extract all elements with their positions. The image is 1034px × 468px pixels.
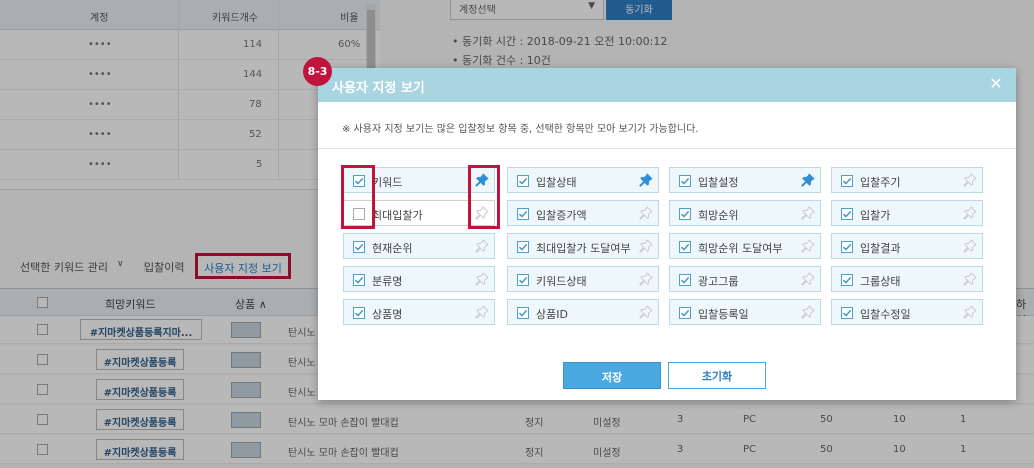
column-option[interactable]: 입찰수정일 [831, 299, 983, 325]
pin-icon[interactable] [639, 206, 653, 220]
user-view-dialog: 사용자 지정 보기 ✕ ※ 사용자 지정 보기는 많은 입찰정보 항목 중, 선… [318, 68, 1016, 400]
option-label: 입찰주기 [860, 176, 901, 189]
option-label: 입찰증가액 [536, 209, 587, 222]
column-option[interactable]: 입찰등록일 [669, 299, 821, 325]
column-option[interactable]: 그룹상태 [831, 266, 983, 292]
option-label: 최대입찰가 도달여부 [536, 242, 631, 255]
option-label: 현재순위 [372, 242, 413, 255]
pin-active-icon[interactable] [639, 173, 653, 187]
pin-icon[interactable] [475, 272, 489, 286]
option-label: 키워드상태 [536, 275, 587, 288]
column-option[interactable]: 상품명 [343, 299, 495, 325]
option-label: 광고그룹 [698, 275, 739, 288]
dialog-note: ※ 사용자 지정 보기는 많은 입찰정보 항목 중, 선택한 항목만 모아 보기… [342, 124, 699, 135]
pin-icon[interactable] [801, 206, 815, 220]
checkbox-checked[interactable] [679, 175, 691, 187]
column-option[interactable]: 최대입찰가 도달여부 [507, 233, 659, 259]
divider [318, 148, 1016, 149]
column-option[interactable]: 입찰주기 [831, 167, 983, 193]
checkbox-checked[interactable] [841, 175, 853, 187]
checkbox-checked[interactable] [841, 274, 853, 286]
column-option[interactable]: 입찰상태 [507, 167, 659, 193]
pin-active-icon[interactable] [801, 173, 815, 187]
column-option[interactable]: 입찰증가액 [507, 200, 659, 226]
option-label: 입찰상태 [536, 176, 577, 189]
close-icon[interactable]: ✕ [988, 76, 1004, 92]
pin-icon[interactable] [801, 272, 815, 286]
pin-icon[interactable] [963, 305, 977, 319]
checkbox-checked[interactable] [517, 307, 529, 319]
option-label: 키워드 [372, 176, 403, 189]
column-option[interactable]: 입찰결과 [831, 233, 983, 259]
option-label: 희망순위 [698, 209, 739, 222]
dialog-title: 사용자 지정 보기 [332, 81, 425, 96]
option-label: 입찰가 [860, 209, 891, 222]
checkbox-checked[interactable] [517, 274, 529, 286]
checkbox-checked[interactable] [517, 175, 529, 187]
option-label: 분류명 [372, 275, 403, 288]
pin-icon[interactable] [963, 206, 977, 220]
pin-icon[interactable] [639, 305, 653, 319]
checkbox-checked[interactable] [841, 307, 853, 319]
column-option[interactable]: 상품ID [507, 299, 659, 325]
column-option[interactable]: 입찰설정 [669, 167, 821, 193]
column-option[interactable]: 희망순위 [669, 200, 821, 226]
checkbox-highlight [341, 165, 375, 229]
column-option[interactable]: 광고그룹 [669, 266, 821, 292]
checkbox-checked[interactable] [353, 241, 365, 253]
pin-icon[interactable] [963, 173, 977, 187]
reset-button[interactable]: 초기화 [668, 362, 766, 389]
checkbox-checked[interactable] [679, 208, 691, 220]
column-option[interactable]: 입찰가 [831, 200, 983, 226]
pin-icon[interactable] [963, 239, 977, 253]
checkbox-checked[interactable] [841, 208, 853, 220]
save-button[interactable]: 저장 [563, 362, 661, 389]
column-option[interactable]: 분류명 [343, 266, 495, 292]
option-label: 최대입찰가 [372, 209, 423, 222]
pin-highlight [468, 165, 500, 229]
option-label: 상품ID [536, 308, 568, 321]
checkbox-checked[interactable] [679, 241, 691, 253]
option-label: 입찰결과 [860, 242, 901, 255]
checkbox-checked[interactable] [353, 274, 365, 286]
option-label: 입찰등록일 [698, 308, 749, 321]
pin-icon[interactable] [801, 239, 815, 253]
option-label: 입찰설정 [698, 176, 739, 189]
step-badge: 8-3 [303, 57, 332, 86]
pin-icon[interactable] [475, 305, 489, 319]
checkbox-checked[interactable] [517, 208, 529, 220]
pin-icon[interactable] [639, 239, 653, 253]
option-label: 희망순위 도달여부 [698, 242, 783, 255]
option-label: 그룹상태 [860, 275, 901, 288]
column-option[interactable]: 키워드상태 [507, 266, 659, 292]
column-option[interactable]: 현재순위 [343, 233, 495, 259]
checkbox-checked[interactable] [679, 307, 691, 319]
checkbox-checked[interactable] [679, 274, 691, 286]
checkbox-checked[interactable] [517, 241, 529, 253]
pin-icon[interactable] [639, 272, 653, 286]
checkbox-checked[interactable] [841, 241, 853, 253]
pin-icon[interactable] [801, 305, 815, 319]
option-label: 상품명 [372, 308, 403, 321]
option-label: 입찰수정일 [860, 308, 911, 321]
dialog-header: 사용자 지정 보기 ✕ [318, 68, 1016, 102]
column-option[interactable]: 희망순위 도달여부 [669, 233, 821, 259]
pin-icon[interactable] [963, 272, 977, 286]
pin-icon[interactable] [475, 239, 489, 253]
checkbox-checked[interactable] [353, 307, 365, 319]
